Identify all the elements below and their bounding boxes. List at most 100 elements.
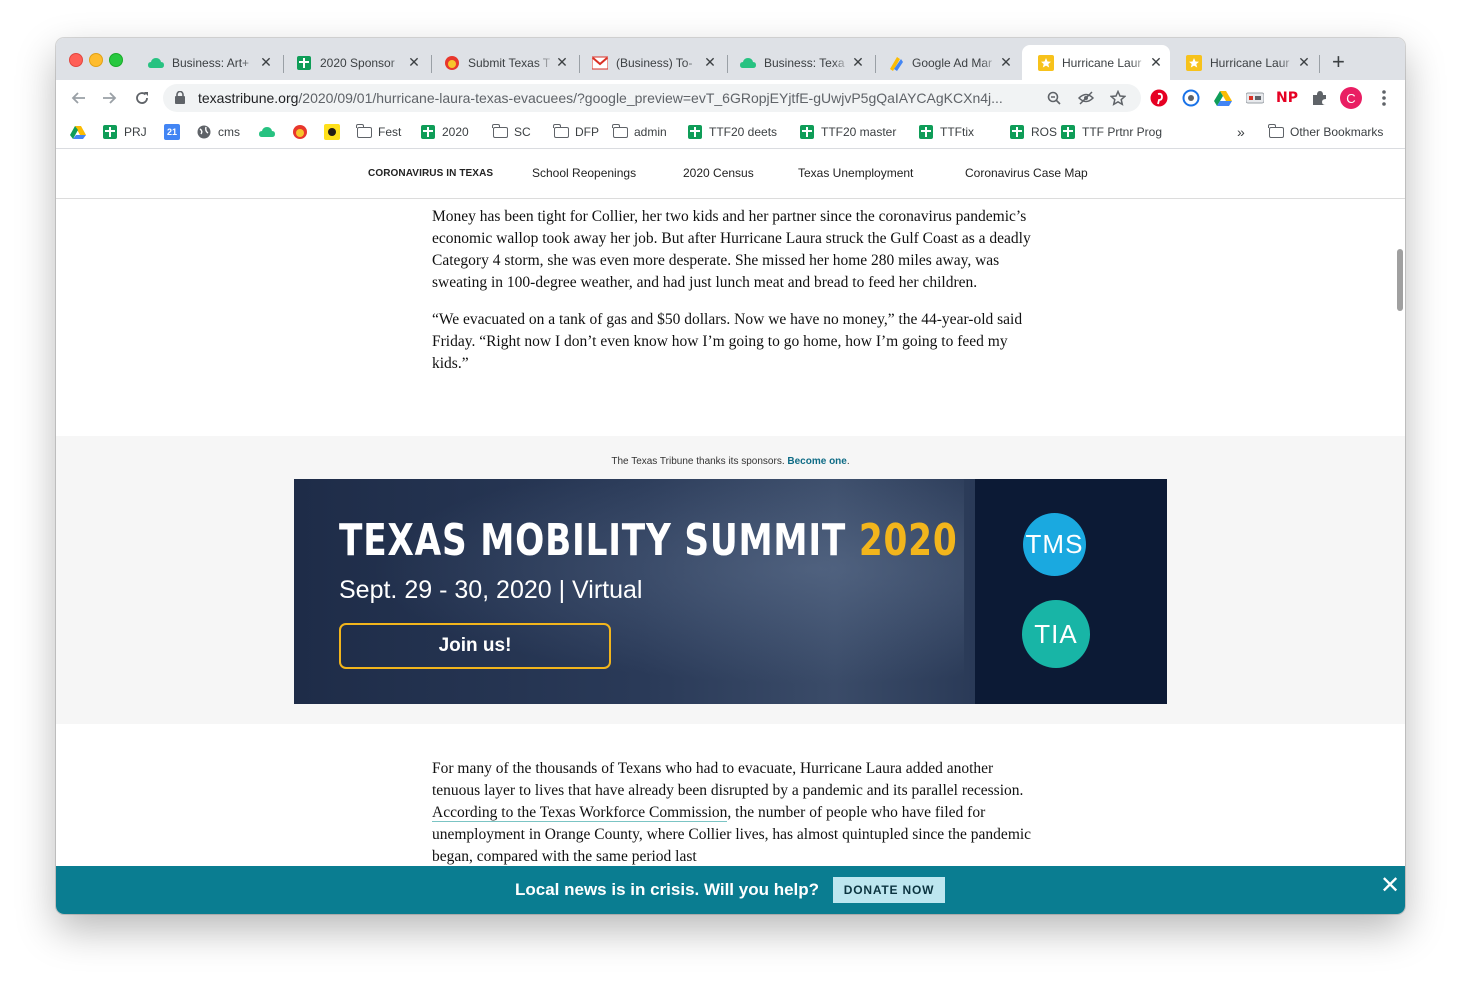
bookmark-item[interactable] [324,122,346,142]
bookmark-label: TTFtix [940,125,974,139]
url-text[interactable]: texastribune.org/2020/09/01/hurricane-la… [198,90,1038,106]
other-bookmarks[interactable]: Other Bookmarks [1268,122,1383,142]
bookmark-folder[interactable]: DFP [553,122,599,142]
zoom-icon[interactable] [1045,89,1063,107]
google-sheets-icon [1009,124,1025,140]
bookmark-item[interactable] [259,122,281,142]
green-cloud-icon [148,55,164,71]
tab-title: Submit Texas T [468,55,551,70]
privacy-extension-icon[interactable] [1181,88,1201,108]
google-drive-icon[interactable] [1213,88,1233,108]
pinterest-icon[interactable] [1149,88,1169,108]
bookmark-item[interactable]: cms [196,122,240,142]
google-sheets-icon [420,124,436,140]
bookmark-item[interactable]: 2020 [420,122,469,142]
ad-title: TEXAS MOBILITY SUMMIT 2020 [339,515,957,566]
profile-avatar[interactable]: C [1340,87,1362,109]
back-icon[interactable] [68,88,88,108]
bookmark-label: Fest [378,125,402,139]
bookmark-item[interactable]: PRJ [102,122,147,142]
article-body-top: Money has been tight for Collier, her tw… [432,206,1032,375]
browser-tab-active[interactable]: Hurricane Laur ✕ [1022,45,1170,80]
bookmark-label: TTF20 deets [709,125,778,139]
browser-tab[interactable]: Hurricane Laur ✕ [1170,45,1318,80]
close-tab-icon[interactable]: ✕ [258,54,274,71]
close-tab-icon[interactable]: ✕ [554,54,570,71]
tia-logo: TIA [1022,600,1090,668]
browser-tab[interactable]: Business: Texa ✕ [724,45,872,80]
donate-now-button[interactable]: DONATE NOW [833,877,945,903]
bookmark-folder[interactable]: SC [492,122,531,142]
reload-icon[interactable] [132,88,152,108]
close-tab-icon[interactable]: ✕ [850,54,866,71]
cast-extension-icon[interactable] [1245,88,1265,108]
extensions-puzzle-icon[interactable] [1309,88,1329,108]
browser-tab[interactable]: Submit Texas T ✕ [428,45,576,80]
article-text: For many of the thousands of Texans who … [432,760,1024,799]
google-drive-icon [70,124,86,140]
subnav-link[interactable]: Texas Unemployment [798,166,913,180]
ad-banner[interactable]: TEXAS MOBILITY SUMMIT 2020 Sept. 29 - 30… [294,479,1167,704]
gmail-icon [592,55,608,71]
ad-title-year: 2020 [858,515,958,566]
browser-tab[interactable]: Google Ad Mar ✕ [872,45,1020,80]
close-tab-icon[interactable]: ✕ [702,54,718,71]
browser-tab[interactable]: 2020 Sponsor ✕ [280,45,428,80]
browser-toolbar: texastribune.org/2020/09/01/hurricane-la… [56,80,1405,116]
browser-tab[interactable]: Business: Art+ ✕ [132,45,280,80]
bookmark-item[interactable] [292,122,314,142]
tab-title: Business: Texa [764,55,845,70]
subnav-link[interactable]: 2020 Census [683,166,754,180]
bookmark-star-icon[interactable] [1109,89,1127,107]
bookmark-item[interactable]: TTF Prtnr Prog [1060,122,1162,142]
tab-title: Hurricane Laur [1210,55,1290,70]
close-tab-icon[interactable]: ✕ [406,54,422,71]
bookmarks-overflow-button[interactable]: » [1237,122,1245,142]
bookmark-item[interactable] [70,122,92,142]
url-domain: texastribune.org [198,90,299,106]
bookmark-item[interactable]: ROS [1009,122,1057,142]
np-extension-icon[interactable]: NP [1276,88,1298,108]
bookmark-label: 2020 [442,125,469,139]
google-sheets-icon [296,55,312,71]
bookmark-label: TTF20 master [821,125,897,139]
close-icon[interactable]: ✕ [1380,871,1400,900]
page-scrollbar-thumb[interactable] [1397,249,1403,311]
google-ad-manager-icon [888,55,904,71]
tab-title: Business: Art+ [172,55,250,70]
new-tab-button[interactable]: + [1332,51,1345,73]
bookmark-item[interactable]: TTFtix [918,122,974,142]
address-bar[interactable]: texastribune.org/2020/09/01/hurricane-la… [163,84,1141,112]
close-window-button[interactable] [69,53,83,67]
bookmark-item[interactable]: TTF20 deets [687,122,777,142]
red-bird-icon [292,124,308,140]
folder-icon [553,123,569,140]
bookmark-item[interactable]: 21 [164,122,186,142]
close-tab-icon[interactable]: ✕ [998,54,1014,71]
close-tab-icon[interactable]: ✕ [1296,54,1312,71]
tab-title: Google Ad Mar [912,55,993,70]
bookmark-folder[interactable]: Fest [356,122,401,142]
bookmark-label: SC [514,125,531,139]
ad-subtitle: Sept. 29 - 30, 2020 | Virtual [339,576,643,604]
minimize-window-button[interactable] [89,53,103,67]
tracking-blocked-icon[interactable] [1077,89,1095,107]
subnav-section-title[interactable]: CORONAVIRUS IN TEXAS [368,168,493,179]
maximize-window-button[interactable] [109,53,123,67]
bookmark-label: admin [634,125,667,139]
browser-tab[interactable]: (Business) To- ✕ [576,45,724,80]
subnav-link[interactable]: School Reopenings [532,166,636,180]
menu-kebab-icon[interactable] [1374,88,1394,108]
bookmark-item[interactable]: TTF20 master [799,122,896,142]
google-sheets-icon [687,124,703,140]
subnav-link[interactable]: Coronavirus Case Map [965,166,1088,180]
bookmark-folder[interactable]: admin [612,122,667,142]
tms-logo: TMS [1023,513,1086,576]
twc-link[interactable]: According to the Texas Workforce Commiss… [432,804,728,822]
page-viewport: CORONAVIRUS IN TEXAS School Reopenings 2… [56,149,1405,914]
lock-icon[interactable] [175,90,185,109]
close-tab-icon[interactable]: ✕ [1148,54,1164,71]
forward-icon[interactable] [100,88,120,108]
join-us-button[interactable]: Join us! [339,623,611,669]
become-sponsor-link[interactable]: Become one [787,456,846,467]
